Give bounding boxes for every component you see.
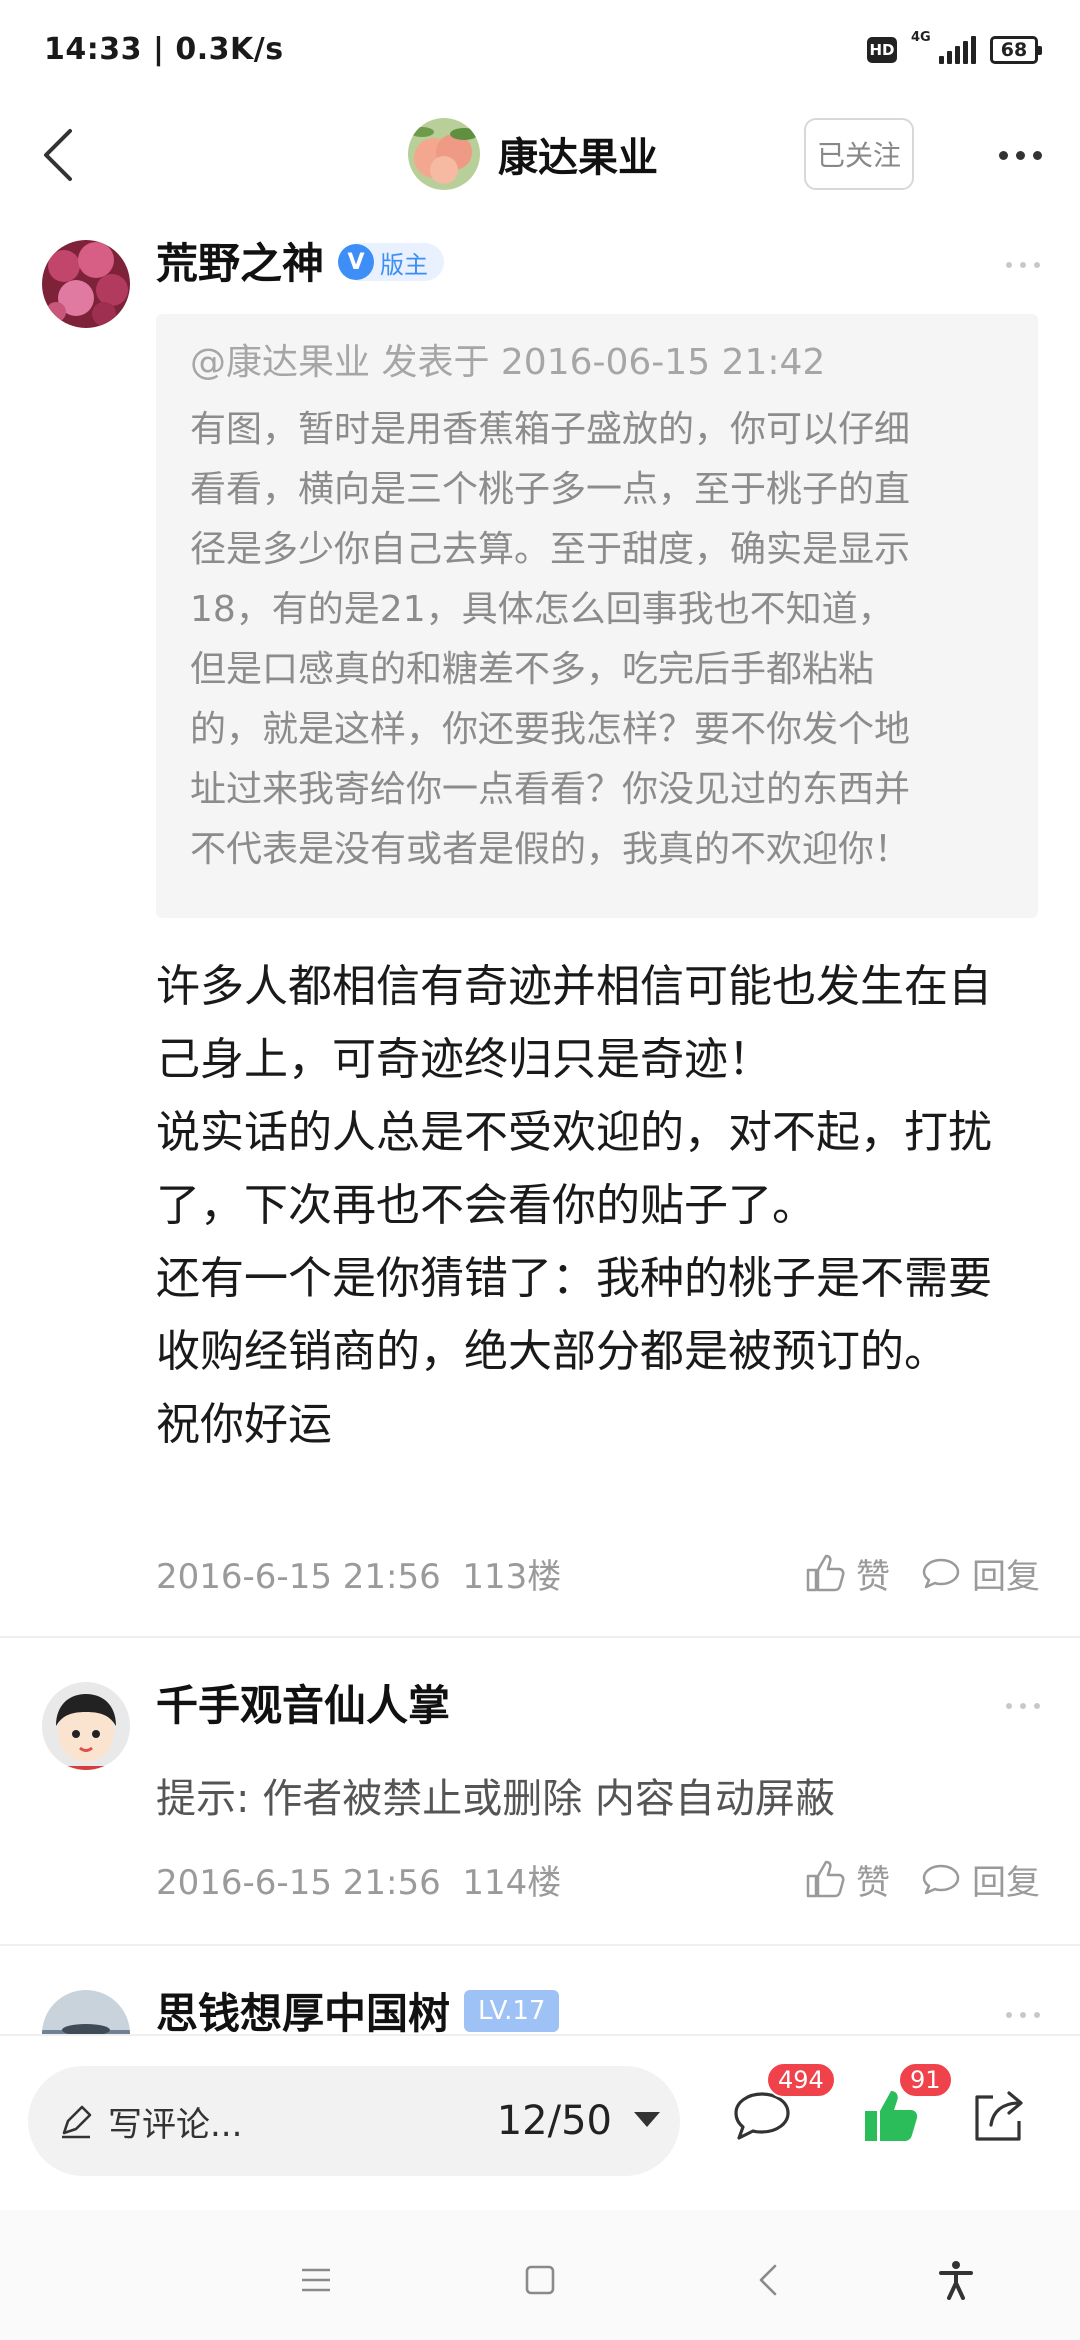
- status-time: 14:33 | 0.3K/s: [44, 32, 284, 67]
- username[interactable]: 千手观音仙人掌: [156, 1672, 450, 1733]
- username[interactable]: 思钱想厚中国树: [156, 1980, 450, 2034]
- post-time: 2016-6-15 21:56: [156, 1556, 441, 1597]
- page-indicator[interactable]: 12/50: [497, 2098, 612, 2144]
- battery-icon: 68: [990, 36, 1042, 64]
- like-label: 赞: [856, 1862, 890, 1903]
- content-line: 说实话的人总是不受欢迎的，对不起，打扰: [156, 1107, 992, 1158]
- username[interactable]: 荒野之神: [156, 230, 324, 291]
- signal-icon: 4G: [911, 30, 976, 64]
- forum-avatar[interactable]: [408, 118, 480, 190]
- quote-line: 有图，暂时是用香蕉箱子盛放的，你可以仔细: [190, 409, 911, 450]
- avatar[interactable]: [42, 1990, 130, 2034]
- follow-button[interactable]: 已关注: [804, 118, 914, 190]
- post-meta: 2016-6-15 21:56 114楼 赞 回复: [156, 1854, 1040, 1904]
- verified-icon: V: [338, 244, 374, 280]
- quote-line: 径是多少你自己去算。至于甜度，确实是显示: [190, 529, 911, 570]
- thumbs-up-icon: [806, 1554, 845, 1592]
- reply-button[interactable]: 回复: [920, 1549, 1040, 1598]
- comments-button[interactable]: 494: [722, 2062, 836, 2156]
- comment-count-badge: 494: [766, 2062, 836, 2098]
- thumbs-up-icon: [806, 1860, 845, 1898]
- like-label: 赞: [856, 1556, 890, 1597]
- hd-icon: HD: [867, 37, 897, 63]
- reply-button[interactable]: 回复: [920, 1855, 1040, 1904]
- avatar[interactable]: [42, 240, 130, 328]
- share-icon: [975, 2091, 1023, 2141]
- quote-line: 不代表是没有或者是假的，我真的不欢迎你！: [190, 829, 911, 870]
- post-time-floor: 2016-6-15 21:56 114楼: [156, 1855, 561, 1904]
- top-header: 康达果业 已关注: [0, 100, 1080, 210]
- bottom-action-bar: 写评论... 12/50 494 91: [0, 2034, 1080, 2210]
- forum-header[interactable]: 康达果业: [408, 116, 658, 192]
- comment-input[interactable]: 写评论... 12/50: [28, 2066, 680, 2176]
- network-label: 4G: [911, 30, 931, 45]
- post-meta: 2016-6-15 21:56 113楼 赞 回复: [156, 1548, 1040, 1598]
- post-more-icon[interactable]: [1006, 2012, 1040, 2018]
- share-button[interactable]: [958, 2076, 1038, 2156]
- content-line: 还有一个是你猜错了：我种的桃子是不需要: [156, 1253, 992, 1304]
- reply-label: 回复: [972, 1556, 1040, 1597]
- comment-icon: [922, 1864, 960, 1895]
- quote-line: 看看，横向是三个桃子多一点，至于桃子的直: [190, 469, 911, 510]
- blocked-notice: 提示: 作者被禁止或删除 内容自动屏蔽: [156, 1776, 835, 1822]
- forum-title: 康达果业: [498, 135, 658, 181]
- post-actions: 赞 回复: [804, 1549, 1040, 1598]
- quote-meta: @康达果业 发表于 2016-06-15 21:42: [190, 342, 826, 383]
- divider: [0, 1944, 1080, 1946]
- battery-level: 68: [1000, 39, 1028, 61]
- like-count-badge: 91: [898, 2062, 953, 2098]
- more-icon[interactable]: [990, 130, 1050, 180]
- post-more-icon[interactable]: [1006, 1703, 1040, 1709]
- system-nav-bar: [0, 2210, 1080, 2340]
- level-badge: LV.17: [464, 1990, 560, 2032]
- post-more-icon[interactable]: [1006, 262, 1040, 268]
- post-content: 许多人都相信有奇迹并相信可能也发生在自 己身上，可奇迹终归只是奇迹！ 说实话的人…: [156, 950, 1036, 1461]
- like-button[interactable]: 赞: [804, 1549, 890, 1598]
- like-post-button[interactable]: 91: [850, 2062, 953, 2156]
- quote-line: 18，有的是21，具体怎么回事我也不知道，: [190, 589, 894, 630]
- menu-icon[interactable]: [286, 2250, 346, 2310]
- content-line: 了，下次再也不会看你的贴子了。: [156, 1180, 816, 1231]
- quoted-post[interactable]: @康达果业 发表于 2016-06-15 21:42 有图，暂时是用香蕉箱子盛放…: [156, 314, 1038, 918]
- comment-icon: [922, 1558, 960, 1589]
- content-line: 己身上，可奇迹终归只是奇迹！: [156, 1034, 772, 1085]
- comment-placeholder: 写评论...: [108, 2104, 243, 2145]
- status-bar: 14:33 | 0.3K/s HD 4G 68: [0, 0, 1080, 100]
- home-icon[interactable]: [510, 2250, 570, 2310]
- status-icons: HD 4G 68: [867, 30, 1042, 70]
- quote-line: 但是口感真的和糖差不多，吃完后手都粘粘: [190, 649, 875, 690]
- content-line: 祝你好运: [156, 1399, 332, 1450]
- post-time: 2016-6-15 21:56: [156, 1862, 441, 1903]
- content-line: 许多人都相信有奇迹并相信可能也发生在自: [156, 961, 992, 1012]
- content-line: 收购经销商的，绝大部分都是被预订的。: [156, 1326, 948, 1377]
- post-actions: 赞 回复: [804, 1855, 1040, 1904]
- quote-line: 的，就是这样，你还要我怎样？要不你发个地: [190, 709, 911, 750]
- pencil-icon: [62, 2105, 92, 2139]
- like-button[interactable]: 赞: [804, 1855, 890, 1904]
- avatar[interactable]: [42, 1682, 130, 1770]
- nav-back-icon[interactable]: [738, 2250, 798, 2310]
- quote-text: 有图，暂时是用香蕉箱子盛放的，你可以仔细 看看，横向是三个桃子多一点，至于桃子的…: [190, 400, 1014, 880]
- quote-line: 址过来我寄给你一点看看？你没见过的东西并: [190, 769, 911, 810]
- divider: [0, 1636, 1080, 1638]
- floor-number: 114楼: [462, 1862, 562, 1903]
- reply-label: 回复: [972, 1862, 1040, 1903]
- post-partial: 思钱想厚中国树 LV.17: [0, 1950, 1080, 2034]
- back-arrow-icon[interactable]: [22, 120, 92, 190]
- accessibility-icon[interactable]: [926, 2250, 986, 2310]
- floor-number: 113楼: [462, 1556, 562, 1597]
- post-time-floor: 2016-6-15 21:56 113楼: [156, 1549, 561, 1598]
- chevron-down-icon[interactable]: [634, 2112, 660, 2127]
